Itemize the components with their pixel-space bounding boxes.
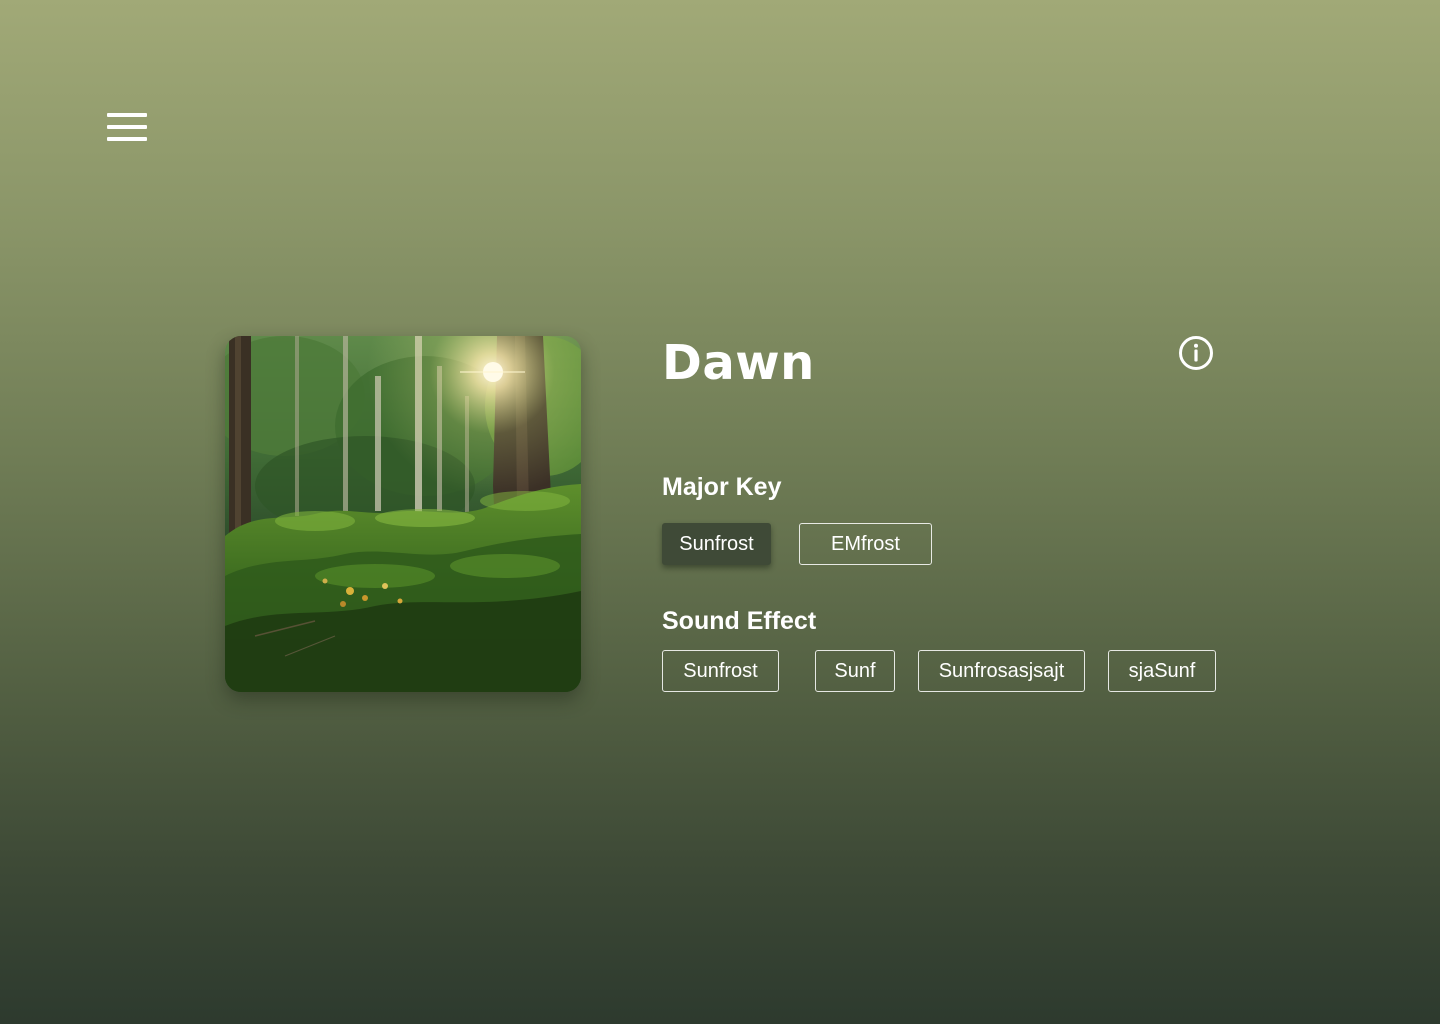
sound-effect-option-sunf[interactable]: Sunf xyxy=(815,650,895,692)
track-title: Dawn xyxy=(662,335,815,391)
info-circle-icon[interactable] xyxy=(1176,333,1216,373)
sound-effect-option-sunfrost[interactable]: Sunfrost xyxy=(662,650,779,692)
forest-artwork-image xyxy=(225,336,581,692)
sound-effect-option-sjasunf[interactable]: sjaSunf xyxy=(1108,650,1216,692)
menu-bar-bottom xyxy=(107,137,147,141)
major-key-heading: Major Key xyxy=(662,473,782,501)
menu-bar-middle xyxy=(107,125,147,129)
sound-effect-option-sunfrosasjsajt[interactable]: Sunfrosasjsajt xyxy=(918,650,1085,692)
menu-bar-top xyxy=(107,113,147,117)
major-key-option-emfrost[interactable]: EMfrost xyxy=(799,523,932,565)
hamburger-menu-icon[interactable] xyxy=(104,110,150,144)
sound-effect-heading: Sound Effect xyxy=(662,607,817,635)
major-key-option-sunfrost[interactable]: Sunfrost xyxy=(662,523,771,565)
